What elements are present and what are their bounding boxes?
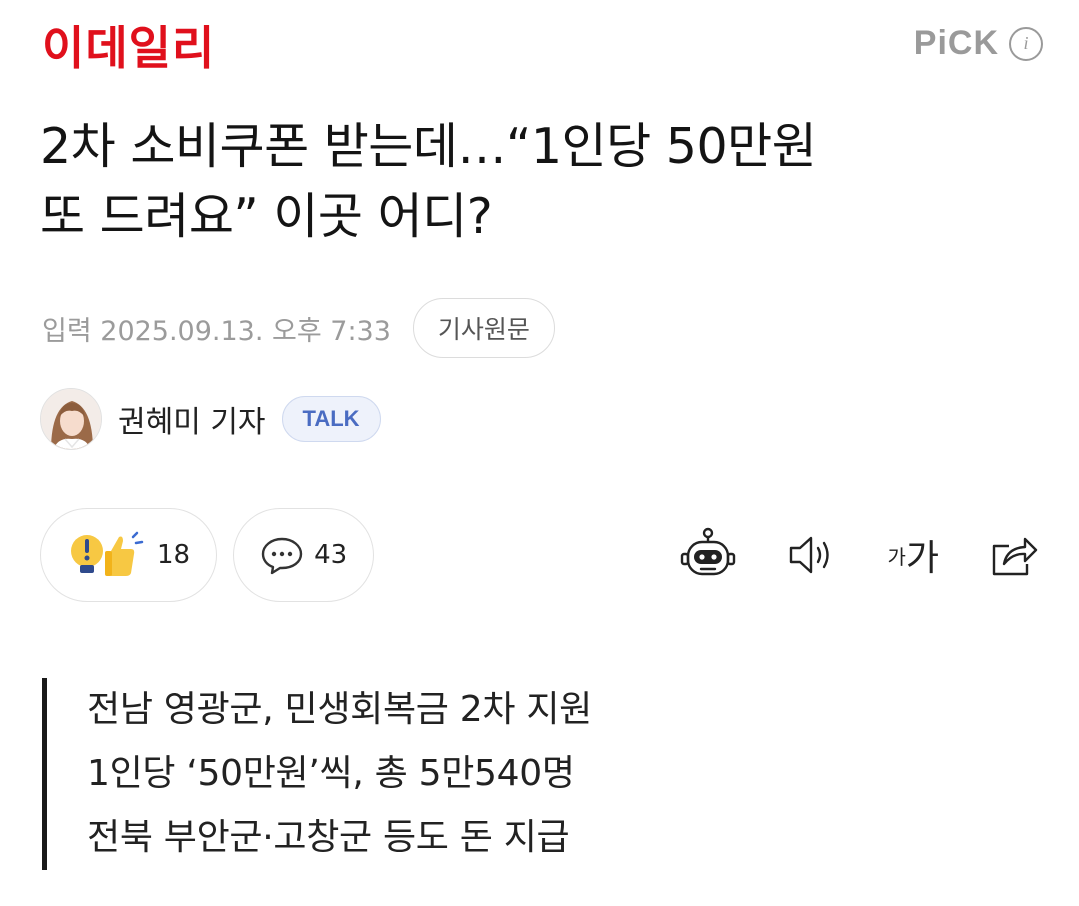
title-line-1: 2차 소비쿠폰 받는데…“1인당 50만원: [40, 118, 817, 175]
article-tools: 가가: [679, 522, 1039, 588]
info-icon[interactable]: i: [1009, 26, 1043, 61]
summary-line-1: 전남 영광군, 민생회복금 2차 지원: [87, 689, 592, 730]
thumbs-up-icon: [105, 531, 144, 576]
edaily-logo[interactable]: 이데일리: [42, 22, 215, 74]
summary-line-2: 1인당 ‘50만원’씩, 총 5만540명: [87, 753, 575, 794]
text-to-speech-button[interactable]: [787, 522, 837, 588]
article-meta: 입력 2025.09.13. 오후 7:33 기사원문: [42, 298, 555, 358]
font-size-small-glyph: 가: [887, 544, 906, 569]
share-icon: [992, 537, 1038, 576]
summary-line-3: 전북 부안군·고창군 등도 돈 지급: [87, 817, 570, 858]
speaker-icon: [790, 536, 830, 574]
top-bar: 이데일리 PiCK i: [0, 0, 1079, 96]
article-summary: 전남 영광군, 민생회복금 2차 지원 1인당 ‘50만원’씩, 총 5만540…: [42, 678, 592, 870]
reaction-bar: 18 43: [40, 508, 375, 602]
original-article-button[interactable]: 기사원문: [412, 298, 555, 358]
talk-button[interactable]: TALK: [281, 396, 381, 442]
article-title: 2차 소비쿠폰 받는데…“1인당 50만원 또 드려요” 이곳 어디?: [40, 112, 1050, 252]
font-size-button[interactable]: 가가: [887, 522, 939, 588]
avatar-portrait: [41, 389, 101, 449]
comment-count: 43: [314, 540, 348, 570]
font-size-large-glyph: 가: [905, 538, 939, 579]
robot-icon: [681, 527, 736, 576]
pick-badge[interactable]: PiCK i: [914, 24, 1043, 63]
reporter-avatar[interactable]: [40, 388, 102, 450]
title-line-2: 또 드려요” 이곳 어디?: [40, 188, 493, 245]
like-button[interactable]: 18: [40, 508, 218, 602]
like-count: 18: [157, 540, 191, 570]
comment-button[interactable]: 43: [233, 508, 375, 602]
summary-bot-button[interactable]: [679, 522, 737, 588]
reporter-row: 권혜미 기자 TALK: [40, 388, 381, 450]
lightbulb-icon: [71, 535, 103, 573]
share-button[interactable]: [989, 522, 1039, 588]
reporter-name[interactable]: 권혜미 기자: [118, 397, 266, 441]
reaction-icons: [71, 531, 144, 576]
published-date: 입력 2025.09.13. 오후 7:33: [42, 315, 391, 347]
pick-label: PiCK: [913, 24, 999, 62]
comment-icon: [261, 537, 303, 575]
